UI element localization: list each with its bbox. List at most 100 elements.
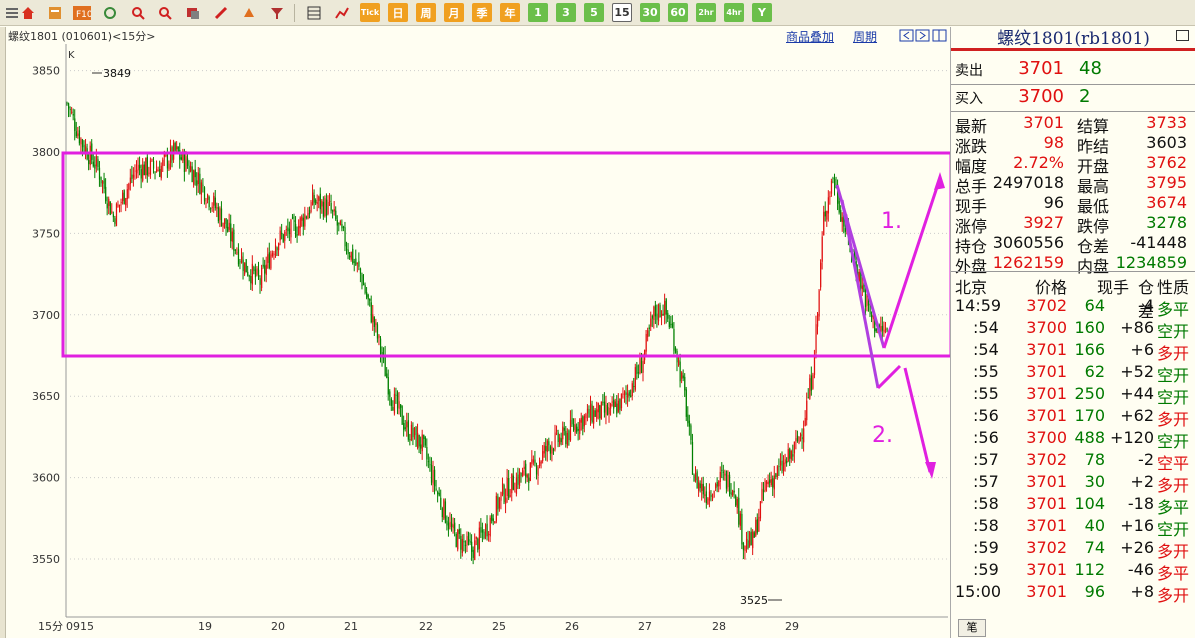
candle-body — [582, 416, 584, 430]
trade-volume: 40 — [1084, 516, 1105, 535]
candle-body — [78, 130, 81, 144]
trade-volume: 64 — [1084, 296, 1105, 315]
candle-body — [722, 471, 725, 473]
candle-body — [556, 430, 558, 432]
candle-body — [583, 415, 586, 427]
candle-body — [250, 276, 252, 284]
trade-price: 3701 — [1026, 560, 1067, 579]
tab-ticks[interactable]: 笔 — [958, 619, 986, 637]
stat-value: 2.72% — [1013, 153, 1064, 172]
candle-body — [367, 294, 369, 300]
candle-body — [174, 142, 176, 151]
candle-body — [838, 200, 840, 213]
trade-price: 3700 — [1026, 428, 1067, 447]
candle-body — [185, 156, 187, 172]
trade-time: :58 — [973, 516, 999, 535]
candle-body — [576, 426, 578, 432]
candle-body — [285, 229, 287, 231]
candle-body — [523, 466, 525, 470]
candle-body — [566, 432, 569, 446]
candle-body — [809, 378, 811, 399]
trades-header-cell: 北京 — [955, 278, 988, 297]
trade-oi-change: -46 — [1127, 560, 1154, 579]
candle-body — [114, 218, 116, 224]
candle-body — [395, 394, 397, 396]
candle-body — [75, 131, 77, 137]
candle-body — [199, 173, 201, 194]
trade-volume: 104 — [1074, 494, 1105, 513]
candle-body — [789, 448, 791, 459]
candle-body — [579, 419, 581, 434]
period-label: 15分 — [38, 620, 63, 633]
trade-price: 3701 — [1026, 472, 1067, 491]
candle-body — [157, 170, 159, 172]
candle-body — [318, 196, 320, 201]
annotation-1: 1. — [881, 209, 902, 234]
candle-body — [148, 172, 150, 174]
candle-body — [259, 278, 261, 285]
candle-body — [770, 479, 772, 486]
candle-body — [773, 475, 775, 490]
candle-body — [464, 544, 467, 546]
candlestick-chart[interactable]: 3850 3800 3750 3700 3650 3600 3550 K 0915 19 20 21 2… — [0, 0, 950, 638]
candle-body — [656, 313, 658, 320]
candle-body — [152, 160, 155, 169]
candle-body — [664, 301, 666, 315]
candle-body — [183, 152, 186, 173]
candle-body — [241, 256, 243, 263]
candle-body — [606, 406, 609, 415]
candle-body — [647, 330, 649, 338]
trade-volume: 30 — [1084, 472, 1105, 491]
candle-body — [129, 177, 132, 184]
candle-body — [429, 464, 431, 466]
candle-body — [463, 540, 465, 543]
candle-body — [265, 264, 267, 275]
candle-body — [619, 398, 621, 410]
candle-body — [339, 220, 342, 226]
candle-body — [332, 210, 334, 212]
candle-body — [827, 197, 830, 214]
candle-body — [406, 421, 408, 428]
candle-body — [511, 473, 513, 494]
candle-body — [123, 190, 125, 204]
candle-body — [786, 461, 788, 464]
candle-body — [560, 438, 562, 443]
candle-body — [264, 265, 266, 274]
candle-body — [623, 391, 626, 396]
candle-body — [324, 198, 326, 217]
restore-icon[interactable] — [1176, 30, 1189, 41]
candle-body — [145, 157, 147, 176]
stat-value: -41448 — [1130, 233, 1187, 252]
candle-body — [438, 492, 440, 496]
candle-body — [282, 234, 284, 242]
candle-body — [321, 200, 323, 207]
candle-body — [100, 176, 102, 184]
candle-body — [483, 531, 485, 539]
candle-body — [756, 519, 758, 533]
trade-volume: 112 — [1074, 560, 1105, 579]
candle-body — [800, 434, 802, 437]
x-tick-label: 27 — [638, 620, 652, 633]
x-tick-label: 26 — [565, 620, 579, 633]
buy-price: 3700 — [1018, 86, 1064, 107]
candle-body — [605, 404, 607, 415]
arrow-up-line — [882, 177, 942, 349]
candle-body — [362, 283, 365, 286]
candle-body — [325, 199, 328, 216]
candle-body — [466, 536, 468, 546]
candle-body — [881, 325, 884, 331]
candle-body — [534, 459, 536, 464]
candle-body — [190, 166, 192, 172]
trade-price: 3702 — [1026, 296, 1067, 315]
candle-body — [396, 392, 399, 409]
candle-body — [735, 495, 737, 506]
candle-body — [427, 461, 430, 463]
candle-body — [823, 211, 825, 236]
trade-volume: 78 — [1084, 450, 1105, 469]
candle-body — [597, 402, 599, 413]
trade-oi-change: -2 — [1138, 450, 1154, 469]
candle-body — [705, 491, 708, 504]
stat-value: 3701 — [1023, 113, 1064, 132]
candle-body — [833, 178, 836, 188]
trade-oi-change: +44 — [1120, 384, 1154, 403]
